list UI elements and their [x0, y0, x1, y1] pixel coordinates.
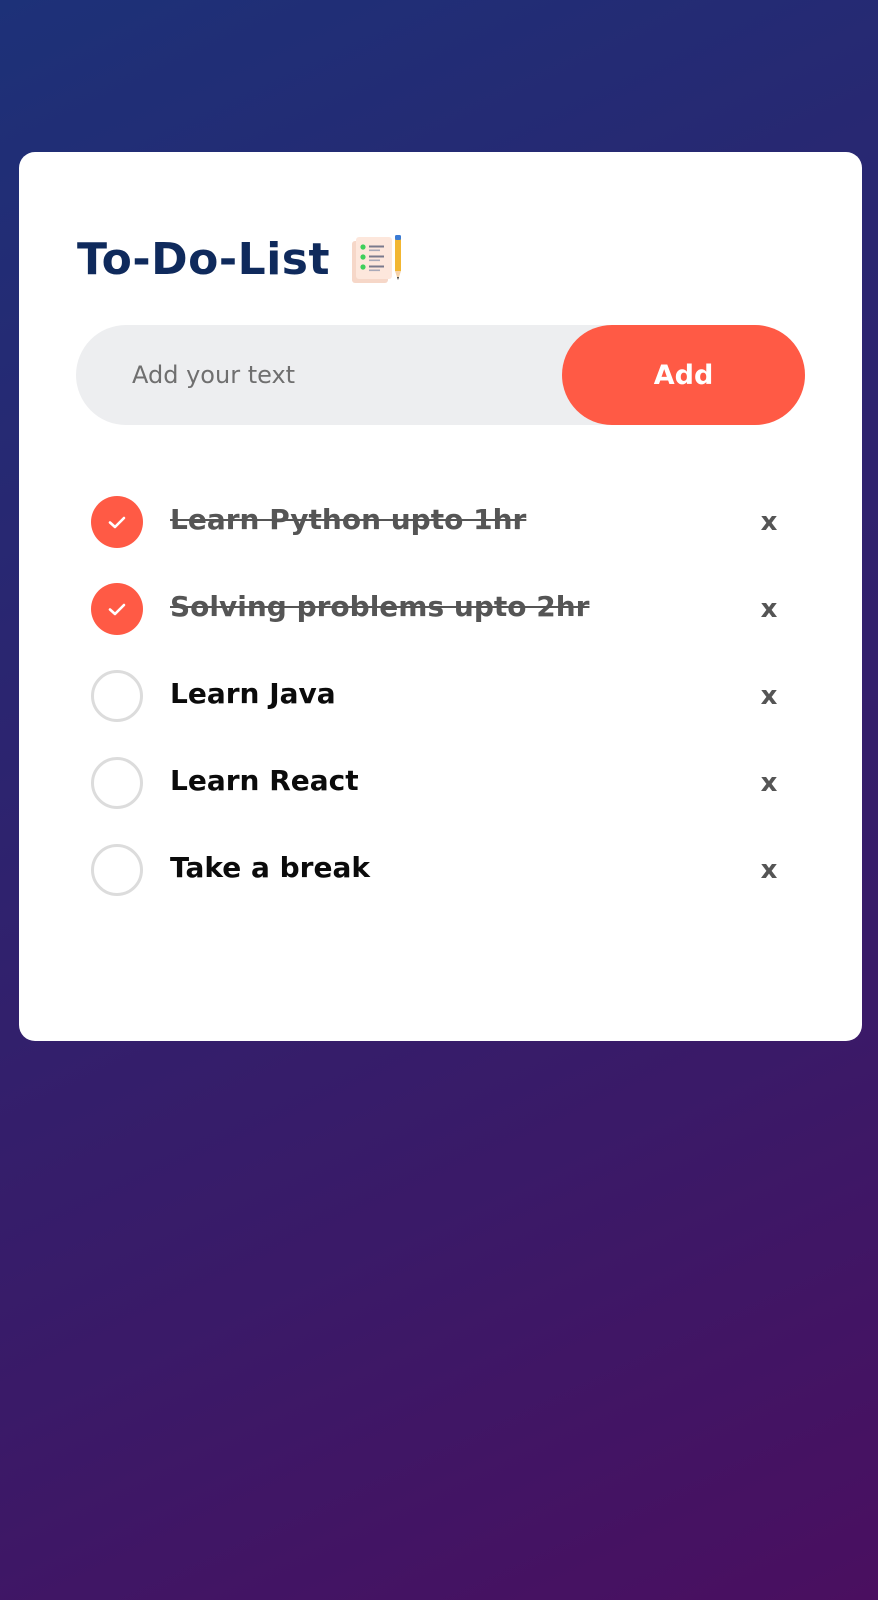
todo-item[interactable]: Learn Java x: [91, 652, 806, 739]
title-row: To-Do-List: [77, 230, 404, 290]
unchecked-checkbox-icon[interactable]: [91, 843, 143, 896]
delete-icon[interactable]: x: [754, 681, 784, 711]
todo-item[interactable]: Take a break x: [91, 826, 806, 913]
todo-text: Solving problems upto 2hr: [170, 590, 590, 623]
delete-label: x: [760, 680, 778, 711]
unchecked-checkbox-icon[interactable]: [91, 756, 143, 809]
checked-checkbox-icon[interactable]: [91, 582, 143, 635]
todo-item[interactable]: Learn Python upto 1hr x: [91, 478, 806, 565]
todo-item[interactable]: Learn React x: [91, 739, 806, 826]
add-button[interactable]: Add: [562, 325, 805, 425]
todo-text: Take a break: [170, 851, 370, 884]
todo-item[interactable]: Solving problems upto 2hr x: [91, 565, 806, 652]
checklist-notepad-icon: [350, 235, 404, 285]
delete-icon[interactable]: x: [754, 768, 784, 798]
task-input[interactable]: [132, 325, 532, 425]
todo-text: Learn React: [170, 764, 359, 797]
todo-list: Learn Python upto 1hr x Solving problems…: [91, 478, 806, 913]
delete-label: x: [760, 854, 778, 885]
todo-text: Learn Java: [170, 677, 336, 710]
page-title: To-Do-List: [77, 234, 331, 285]
delete-icon[interactable]: x: [754, 507, 784, 537]
delete-label: x: [760, 506, 778, 537]
delete-label: x: [760, 593, 778, 624]
checked-checkbox-icon[interactable]: [91, 495, 143, 548]
delete-label: x: [760, 767, 778, 798]
todo-card: To-Do-List Add your text Add Learn Pytho…: [19, 152, 862, 1041]
unchecked-checkbox-icon[interactable]: [91, 669, 143, 722]
add-task-bar: Add: [76, 325, 805, 425]
todo-text: Learn Python upto 1hr: [170, 503, 527, 536]
delete-icon[interactable]: x: [754, 594, 784, 624]
delete-icon[interactable]: x: [754, 855, 784, 885]
